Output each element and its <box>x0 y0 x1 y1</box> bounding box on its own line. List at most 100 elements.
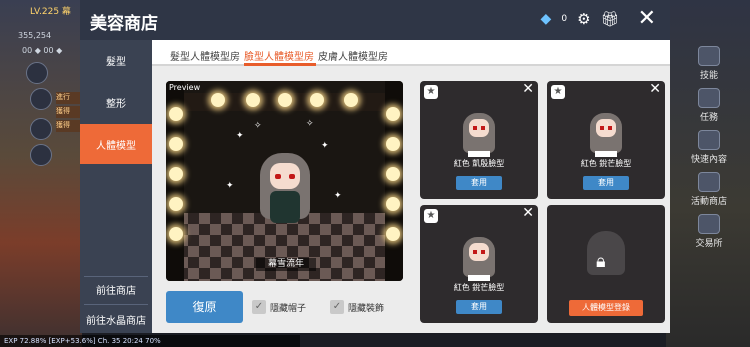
light-bulb <box>278 93 292 107</box>
potion-icon[interactable] <box>30 88 52 110</box>
character-name-tag: 幕雪流年 <box>256 258 316 271</box>
delete-icon[interactable]: ✕ <box>522 81 534 97</box>
menu-trade[interactable]: 交易所 <box>674 214 744 249</box>
status-bar: EXP 72.88% [EXP+53.6%] Ch. 35 20:24 70% <box>0 335 300 347</box>
sidebar-item-hair[interactable]: 髮型 <box>80 40 152 80</box>
character-eye <box>275 174 281 179</box>
quest-tag[interactable]: 獲得 <box>56 120 82 132</box>
menu-label: 任務 <box>699 113 718 123</box>
menu-skill[interactable]: 技能 <box>674 46 744 81</box>
hide-hat-label: 隱藏帽子 <box>270 303 307 314</box>
tab-bar: 髮型人體模型房 臉型人體模型房 皮膚人體模型房 <box>152 40 670 66</box>
tab-face-mannequin[interactable]: 臉型人體模型房 <box>244 48 314 63</box>
quest-tag[interactable]: 進行 <box>56 92 82 104</box>
mannequin-body <box>468 151 490 157</box>
mannequin-slot-1[interactable]: ★ ✕ 紅色 凱殷臉型 套用 <box>420 81 538 199</box>
mannequin-eye <box>481 250 485 254</box>
quest-icon <box>698 88 720 108</box>
checkbox-icon[interactable]: ✓ <box>330 300 344 314</box>
mannequin-slot-locked[interactable]: 🔒︎ 人體模型登錄 <box>547 205 665 323</box>
gem-icon: ◆ <box>540 11 552 27</box>
game-background-right: 技能 任務 快速內容 活動商店 交易所 <box>666 0 750 347</box>
gem-count: 0 <box>561 14 568 24</box>
menu-event-shop[interactable]: 活動商店 <box>674 172 744 207</box>
sidebar-item-face[interactable]: 整形 <box>80 82 152 122</box>
skill-icon <box>698 46 720 66</box>
checkbox-icon[interactable]: ✓ <box>252 300 266 314</box>
apply-button[interactable]: 套用 <box>456 300 502 314</box>
modal-header: 美容商店 ◆ 0 ⚙ 🎁︎ ✕ <box>80 0 670 40</box>
menu-quest[interactable]: 任務 <box>674 88 744 123</box>
gift-icon[interactable]: 🎁︎ <box>601 10 620 28</box>
mannequin-eye <box>600 126 604 130</box>
quick-content-icon <box>698 130 720 150</box>
beauty-shop-modal: 美容商店 ◆ 0 ⚙ 🎁︎ ✕ 髮型 整形 人體模型 前往商店 前往水晶商店 髮… <box>80 0 670 333</box>
sidebar-divider <box>84 304 148 305</box>
player-level: LV.225 幕 <box>30 7 71 17</box>
light-bulb <box>169 137 183 151</box>
menu-quick-content[interactable]: 快速內容 <box>674 130 744 165</box>
menu-label: 技能 <box>699 71 718 81</box>
menu-label: 快速內容 <box>690 155 727 165</box>
mannequin-face <box>469 243 489 261</box>
restore-button[interactable]: 復原 <box>166 291 243 323</box>
favorite-star-icon[interactable]: ★ <box>551 85 565 99</box>
game-background-left: LV.225 幕 355,254 00 ◆ 00 ◆ 進行 獲得 獲得 <box>0 0 82 347</box>
content-area: 髮型人體模型房 臉型人體模型房 皮膚人體模型房 ✦ ✦ ✦ ✦ ✧ ✧ Prev… <box>152 40 670 333</box>
sparkle-icon: ✦ <box>321 141 329 151</box>
apply-button[interactable]: 套用 <box>583 176 629 190</box>
go-to-crystal-shop-link[interactable]: 前往水晶商店 <box>80 308 152 330</box>
lock-icon: 🔒︎ <box>596 251 606 272</box>
favorite-star-icon[interactable]: ★ <box>424 209 438 223</box>
go-to-shop-link[interactable]: 前往商店 <box>80 278 152 300</box>
light-bulb <box>386 107 400 121</box>
handshake-icon[interactable] <box>30 144 52 166</box>
sparkle-icon: ✦ <box>236 131 244 141</box>
preview-stage: ✦ ✦ ✦ ✦ ✧ ✧ Preview 幕雪流年 <box>166 81 403 281</box>
mannequin-face-label: 紅色 凱殷臉型 <box>453 159 505 168</box>
mannequin-slot-3[interactable]: ★ ✕ 紅色 銳芒臉型 套用 <box>420 205 538 323</box>
light-bulb <box>386 137 400 151</box>
mannequin-eye <box>481 126 485 130</box>
hide-hat-checkbox[interactable]: ✓ 隱藏帽子 <box>252 300 306 314</box>
mannequin-slot-2[interactable]: ★ ✕ 紅色 銳芒臉型 套用 <box>547 81 665 199</box>
tab-hair-mannequin[interactable]: 髮型人體模型房 <box>170 48 240 63</box>
mannequin-face-label: 紅色 銳芒臉型 <box>453 283 505 292</box>
sidebar: 髮型 整形 人體模型 前往商店 前往水晶商店 <box>80 40 152 333</box>
sparkle-icon: ✦ <box>334 191 342 201</box>
mannequin-add-icon[interactable]: ⚙ <box>577 10 590 28</box>
favorite-star-icon[interactable]: ★ <box>424 85 438 99</box>
apply-button[interactable]: 套用 <box>456 176 502 190</box>
mannequin-eye <box>608 126 612 130</box>
register-mannequin-button[interactable]: 人體模型登錄 <box>569 300 643 316</box>
sidebar-divider <box>84 276 148 277</box>
tab-skin-mannequin[interactable]: 皮膚人體模型房 <box>318 48 388 63</box>
menu-icon[interactable] <box>26 62 48 84</box>
mannequin-face <box>469 119 489 137</box>
hud-row: 00 ◆ 00 ◆ <box>22 46 63 55</box>
hide-accessory-checkbox[interactable]: ✓ 隱藏裝飾 <box>330 300 384 314</box>
mannequin-face-label: 紅色 銳芒臉型 <box>580 159 632 168</box>
light-bulb <box>310 93 324 107</box>
mannequin-eye <box>473 250 477 254</box>
light-bulb <box>169 167 183 181</box>
mannequin-eye <box>473 126 477 130</box>
menu-label: 交易所 <box>695 239 723 249</box>
sword-icon[interactable] <box>30 118 52 140</box>
preview-label: Preview <box>169 83 201 92</box>
close-icon[interactable]: ✕ <box>638 8 656 30</box>
sparkle-icon: ✦ <box>226 181 234 191</box>
delete-icon[interactable]: ✕ <box>522 205 534 221</box>
hud-stat: 355,254 <box>18 31 52 40</box>
delete-icon[interactable]: ✕ <box>649 81 661 97</box>
mannequin-body <box>468 275 490 281</box>
mannequin-body <box>595 151 617 157</box>
light-bulb <box>386 227 400 241</box>
sparkle-icon: ✧ <box>306 119 314 129</box>
light-bulb <box>169 227 183 241</box>
active-tab-indicator <box>244 63 316 66</box>
header-actions: ◆ 0 ⚙ 🎁︎ ✕ <box>541 8 656 30</box>
mannequin-face <box>596 119 616 137</box>
quest-tag[interactable]: 獲得 <box>56 106 82 118</box>
sidebar-item-mannequin[interactable]: 人體模型 <box>80 124 152 164</box>
